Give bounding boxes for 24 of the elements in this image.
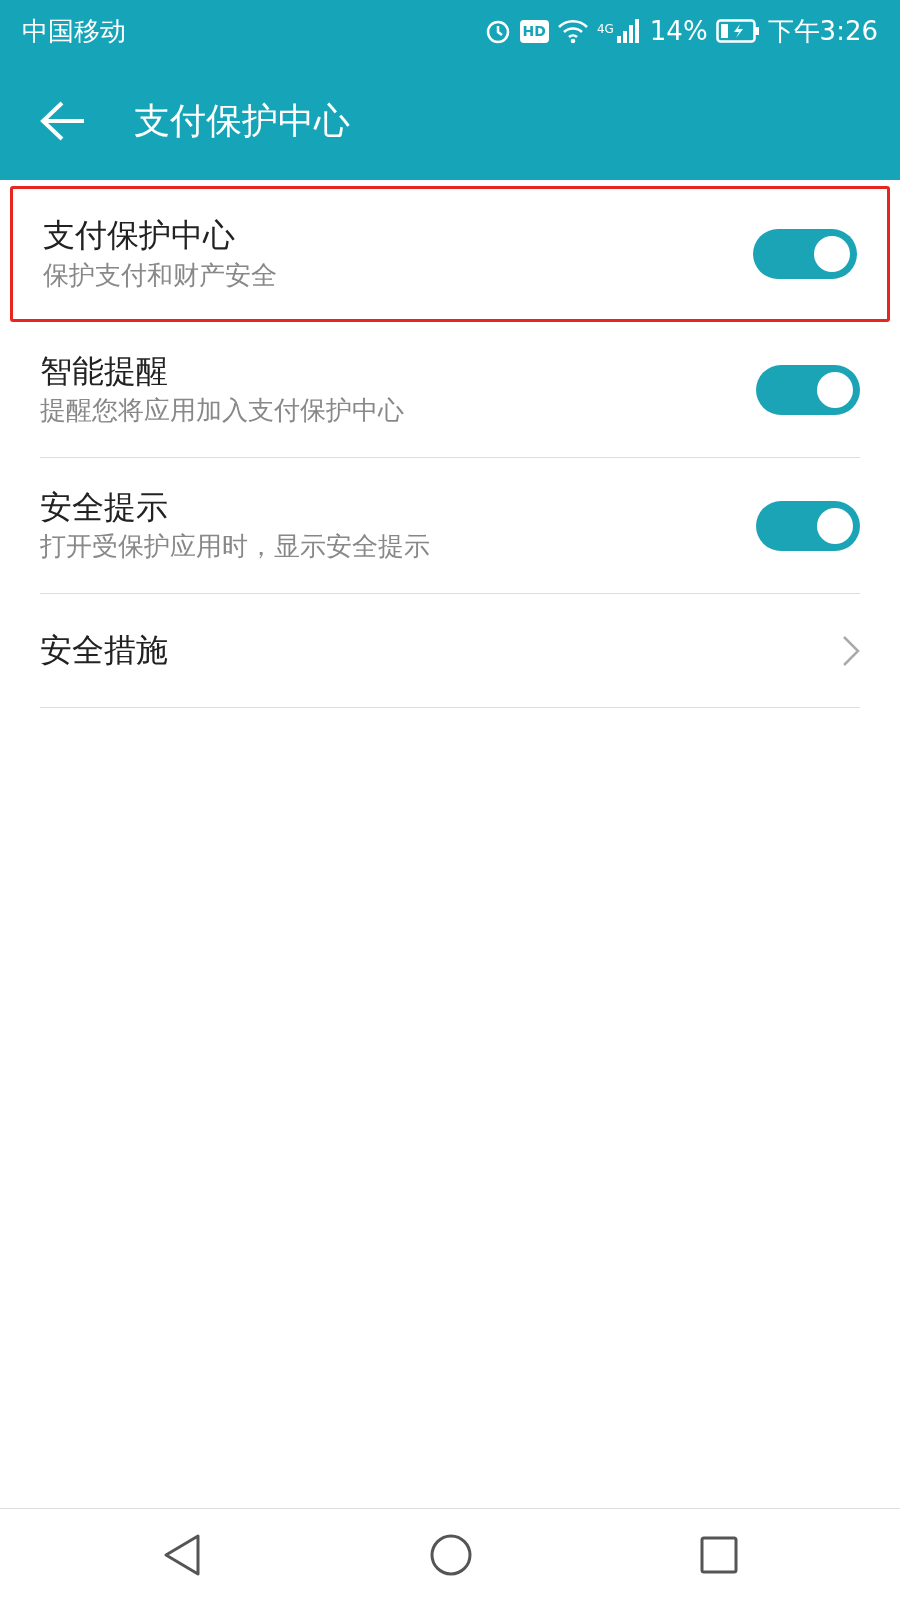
toggle-switch[interactable] bbox=[756, 500, 860, 551]
home-icon[interactable] bbox=[430, 1533, 472, 1576]
back-icon[interactable] bbox=[162, 1532, 202, 1577]
clock: 下午3:26 bbox=[767, 14, 878, 48]
network-type: 4G bbox=[596, 20, 614, 38]
toggle-switch[interactable] bbox=[753, 229, 857, 279]
setting-description: 保护支付和财产安全 bbox=[43, 258, 278, 292]
page-title: 支付保护中心 bbox=[134, 99, 350, 143]
signal-icon bbox=[615, 18, 642, 44]
setting-description: 打开受保护应用时，显示安全提示 bbox=[40, 530, 431, 564]
toggle-switch[interactable] bbox=[756, 364, 860, 415]
setting-title: 安全措施 bbox=[40, 629, 169, 671]
recents-icon[interactable] bbox=[700, 1535, 738, 1574]
wifi-icon bbox=[556, 18, 589, 44]
setting-title: 智能提醒 bbox=[40, 350, 169, 392]
carrier-name: 中国移动 bbox=[22, 14, 126, 48]
chevron-icon[interactable] bbox=[842, 634, 860, 667]
hd-badge: HD bbox=[519, 19, 549, 43]
setting-description: 提醒您将应用加入支付保护中心 bbox=[40, 394, 405, 428]
battery-percent: 14% bbox=[649, 14, 708, 48]
setting-title: 安全提示 bbox=[40, 486, 169, 528]
battery-icon bbox=[715, 19, 760, 43]
setting-title: 支付保护中心 bbox=[43, 215, 236, 256]
back-arrow-icon[interactable] bbox=[40, 101, 86, 141]
